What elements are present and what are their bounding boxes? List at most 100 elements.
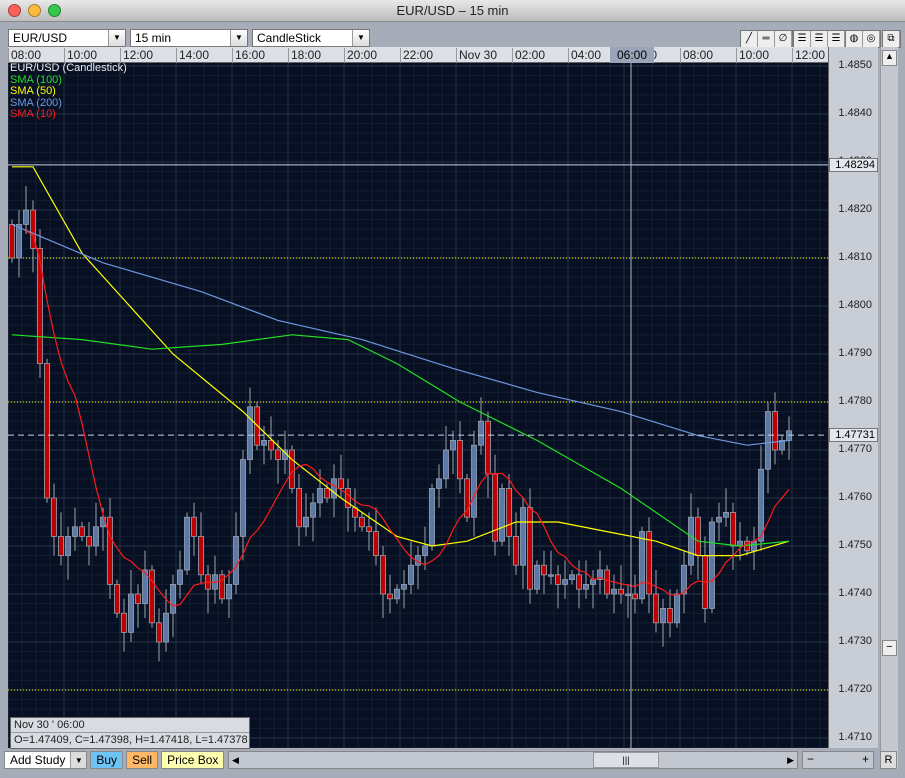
legend-sma-50[interactable]: SMA (50): [10, 85, 127, 98]
bottom-toolbar: Add Study ▼ Buy Sell Price Box: [4, 751, 225, 770]
sell-button[interactable]: Sell: [126, 751, 159, 769]
candle: [107, 516, 113, 585]
time-tick-label: 22:00: [400, 48, 433, 63]
candle: [688, 516, 694, 566]
time-tick-label: 12:00: [792, 48, 825, 63]
candle: [534, 564, 540, 590]
candle: [485, 420, 491, 475]
zoom-out-button[interactable]: −: [807, 752, 814, 766]
horizontal-zoom[interactable]: − +: [802, 751, 874, 769]
no-tool-icon[interactable]: ∅: [775, 31, 792, 47]
candle: [226, 584, 232, 600]
ohlc-info-box: Nov 30 ' 06:00 O=1.47409, C=1.47398, H=1…: [10, 717, 250, 749]
scroll-thumb[interactable]: |||: [593, 752, 659, 768]
candle: [359, 516, 365, 528]
candle: [639, 531, 645, 600]
candle: [191, 516, 197, 537]
candle: [9, 223, 15, 259]
grid-light-icon[interactable]: ☰: [828, 31, 845, 47]
candle: [541, 564, 547, 576]
grid-tools: ☰ ☰ ☰: [793, 30, 846, 48]
candlestick-chart[interactable]: [8, 63, 828, 748]
price-tick-label: 1.4770: [838, 443, 872, 455]
grid-dense-icon[interactable]: ☰: [794, 31, 811, 47]
buy-button[interactable]: Buy: [90, 751, 124, 769]
price-tick-label: 1.4790: [838, 347, 872, 359]
price-tick-label: 1.4810: [838, 251, 872, 263]
price-tick-label: 1.4780: [838, 395, 872, 407]
candle: [177, 569, 183, 585]
detach-window-icon[interactable]: ⧉: [883, 31, 900, 47]
horizontal-scrollbar[interactable]: ◀ ||| ▶: [228, 751, 798, 769]
title-bar: EUR/USD – 15 min: [0, 0, 905, 22]
candle: [261, 439, 267, 446]
candle: [751, 540, 757, 552]
grid-medium-icon[interactable]: ☰: [811, 31, 828, 47]
price-tick-label: 1.4800: [838, 299, 872, 311]
candle: [380, 555, 386, 595]
candle: [548, 574, 554, 577]
candle: [163, 612, 169, 643]
symbol-select[interactable]: EUR/USD ▼: [8, 29, 126, 47]
horizontal-line-tool-icon[interactable]: ═: [758, 31, 775, 47]
candle: [156, 622, 162, 643]
candle: [583, 584, 589, 590]
candle: [184, 516, 190, 571]
close-window-button[interactable]: [8, 4, 21, 17]
minimize-window-button[interactable]: [28, 4, 41, 17]
candle: [366, 526, 372, 532]
reset-button[interactable]: R: [880, 751, 897, 769]
candle: [296, 487, 302, 528]
time-tick-label: 14:00: [176, 48, 209, 63]
scroll-right-icon[interactable]: ▶: [787, 755, 794, 766]
price-axis[interactable]: 1.48501.48401.48301.48201.48101.48001.47…: [828, 47, 878, 748]
line-tool-icon[interactable]: ╱: [741, 31, 758, 47]
candle: [303, 516, 309, 528]
time-tick-label: 08:00: [680, 48, 713, 63]
scroll-left-icon[interactable]: ◀: [232, 755, 239, 766]
price-tick-label: 1.4820: [838, 203, 872, 215]
symbol-value: EUR/USD: [13, 31, 68, 45]
candle: [450, 439, 456, 451]
zoom-in-button[interactable]: +: [862, 752, 869, 766]
add-study-button[interactable]: Add Study ▼: [4, 751, 88, 769]
candle: [429, 487, 435, 547]
chart-plot-area[interactable]: [8, 63, 828, 748]
candle: [660, 608, 666, 624]
legend-main: EUR/USD (Candlestick): [10, 62, 127, 74]
scroll-up-button[interactable]: ▲: [882, 50, 897, 66]
time-tick-label: 20:00: [344, 48, 377, 63]
time-tick-label: 16:00: [232, 48, 265, 63]
price-box-button[interactable]: Price Box: [161, 751, 225, 769]
time-tick-label: 02:00: [512, 48, 545, 63]
time-axis[interactable]: 08:00 10:00 12:00 14:00 16:00 18:00 20:00 22:00…: [8, 47, 828, 63]
vertical-zoom-bar[interactable]: ▲ −: [880, 47, 898, 769]
theme-dark-icon[interactable]: ◍: [846, 31, 863, 47]
chart-type-select[interactable]: CandleStick ▼: [252, 29, 370, 47]
crosshair-time-label: 06:00: [610, 47, 654, 63]
candle: [569, 574, 575, 580]
candle: [135, 593, 141, 604]
candle: [457, 439, 463, 480]
candle: [51, 497, 57, 537]
interval-select[interactable]: 15 min ▼: [130, 29, 248, 47]
price-tick-label: 1.4710: [838, 731, 872, 743]
candle: [576, 574, 582, 590]
candle: [268, 439, 274, 451]
candle: [324, 487, 330, 499]
candle: [422, 545, 428, 556]
candle: [373, 531, 379, 557]
candle: [289, 449, 295, 489]
legend-sma-10[interactable]: SMA (10): [10, 108, 127, 121]
theme-pattern-icon[interactable]: ◎: [863, 31, 880, 47]
zoom-out-vertical-button[interactable]: −: [882, 640, 897, 656]
candle: [317, 487, 323, 504]
zoom-window-button[interactable]: [48, 4, 61, 17]
time-tick-label: 04:00: [568, 48, 601, 63]
candle: [443, 449, 449, 480]
info-date: Nov 30 ' 06:00: [11, 718, 249, 733]
candle: [338, 478, 344, 489]
candle: [506, 487, 512, 537]
candle: [79, 526, 85, 537]
detach-tools: ⧉: [882, 30, 901, 48]
